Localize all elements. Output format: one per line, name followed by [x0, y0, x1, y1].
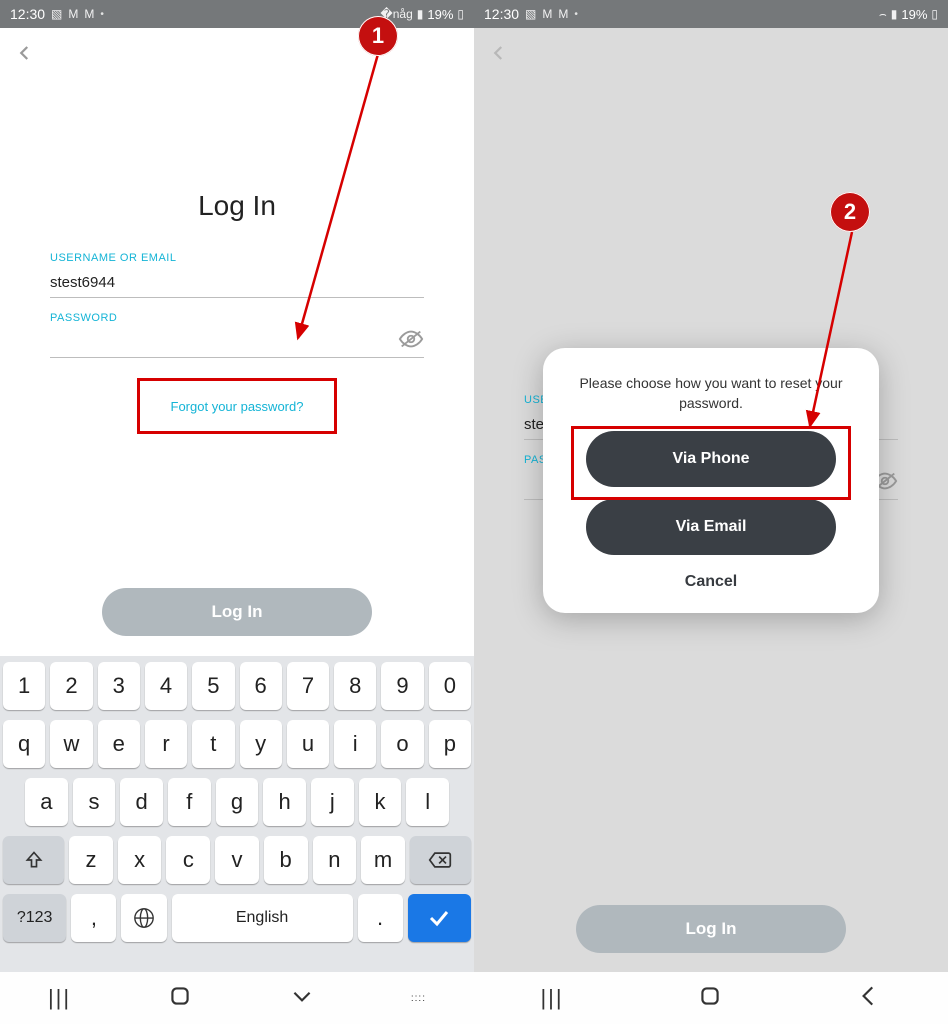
- left-screenshot: 12:30 ▧ M M • �någ ▮ 19% ▯ Log In USERNA…: [0, 0, 474, 1024]
- status-bar: 12:30 ▧ M M • ⌢ ▮ 19% ▯: [474, 0, 948, 28]
- password-input[interactable]: [50, 330, 424, 358]
- key-y[interactable]: y: [240, 720, 282, 768]
- back-button[interactable]: [16, 44, 34, 67]
- via-email-button[interactable]: Via Email: [586, 499, 836, 555]
- symbols-key[interactable]: ?123: [3, 894, 66, 942]
- keyboard-row-2: q w e r t y u i o p: [3, 720, 471, 768]
- key-0[interactable]: 0: [429, 662, 471, 710]
- back-button-nav[interactable]: [856, 983, 882, 1014]
- annotation-step-1: 1: [358, 16, 398, 56]
- key-x[interactable]: x: [118, 836, 162, 884]
- battery-icon: ▯: [457, 7, 464, 21]
- battery-icon: ▯: [931, 7, 938, 21]
- battery-percent: 19%: [427, 7, 453, 22]
- gmail-icon: M: [542, 7, 552, 21]
- forgot-password-link[interactable]: Forgot your password?: [171, 399, 304, 414]
- home-button[interactable]: [167, 983, 193, 1014]
- comma-key[interactable]: ,: [71, 894, 116, 942]
- signal-icon: ▮: [417, 7, 424, 21]
- key-7[interactable]: 7: [287, 662, 329, 710]
- key-k[interactable]: k: [359, 778, 402, 826]
- more-indicator: •: [574, 9, 578, 20]
- key-5[interactable]: 5: [192, 662, 234, 710]
- key-9[interactable]: 9: [381, 662, 423, 710]
- key-1[interactable]: 1: [3, 662, 45, 710]
- key-h[interactable]: h: [263, 778, 306, 826]
- key-8[interactable]: 8: [334, 662, 376, 710]
- username-label: USERNAME OR EMAIL: [50, 252, 424, 264]
- status-time: 12:30: [10, 6, 45, 22]
- keyboard-row-3: a s d f g h j k l: [3, 778, 471, 826]
- recents-button[interactable]: |||: [48, 985, 71, 1011]
- battery-percent: 19%: [901, 7, 927, 22]
- key-2[interactable]: 2: [50, 662, 92, 710]
- key-l[interactable]: l: [406, 778, 449, 826]
- login-button: Log In: [576, 905, 846, 953]
- key-z[interactable]: z: [69, 836, 113, 884]
- key-6[interactable]: 6: [240, 662, 282, 710]
- key-q[interactable]: q: [3, 720, 45, 768]
- period-key[interactable]: .: [358, 894, 403, 942]
- enter-key[interactable]: [408, 894, 471, 942]
- status-bar: 12:30 ▧ M M • �någ ▮ 19% ▯: [0, 0, 474, 28]
- key-t[interactable]: t: [192, 720, 234, 768]
- key-m[interactable]: m: [361, 836, 405, 884]
- on-screen-keyboard: 1 2 3 4 5 6 7 8 9 0 q w e r t y u i o p …: [0, 656, 474, 972]
- key-i[interactable]: i: [334, 720, 376, 768]
- space-key[interactable]: English: [172, 894, 353, 942]
- keyboard-switch-icon[interactable]: ::::: [411, 993, 426, 1004]
- gallery-icon: ▧: [525, 7, 536, 21]
- gmail-icon-2: M: [84, 7, 94, 21]
- key-w[interactable]: w: [50, 720, 92, 768]
- key-d[interactable]: d: [120, 778, 163, 826]
- page-title: Log In: [50, 190, 424, 222]
- key-3[interactable]: 3: [98, 662, 140, 710]
- keyboard-row-4: z x c v b n m: [3, 836, 471, 884]
- key-a[interactable]: a: [25, 778, 68, 826]
- key-b[interactable]: b: [264, 836, 308, 884]
- key-4[interactable]: 4: [145, 662, 187, 710]
- key-n[interactable]: n: [313, 836, 357, 884]
- right-screenshot: 12:30 ▧ M M • ⌢ ▮ 19% ▯ USE PAS Log In P…: [474, 0, 948, 1024]
- gmail-icon-2: M: [558, 7, 568, 21]
- key-s[interactable]: s: [73, 778, 116, 826]
- system-navbar: ||| ::::: [0, 972, 474, 1024]
- gmail-icon: M: [68, 7, 78, 21]
- key-f[interactable]: f: [168, 778, 211, 826]
- key-r[interactable]: r: [145, 720, 187, 768]
- key-v[interactable]: v: [215, 836, 259, 884]
- status-time: 12:30: [484, 6, 519, 22]
- dialog-message: Please choose how you want to reset your…: [565, 374, 857, 413]
- keyboard-hide-button[interactable]: [289, 983, 315, 1014]
- annotation-highlight-1: Forgot your password?: [137, 378, 337, 434]
- username-input[interactable]: [50, 270, 424, 298]
- wifi-icon: ⌢: [879, 7, 887, 22]
- language-key[interactable]: [121, 894, 166, 942]
- cancel-button[interactable]: Cancel: [565, 573, 857, 591]
- recents-button[interactable]: |||: [540, 985, 563, 1011]
- gallery-icon: ▧: [51, 7, 62, 21]
- key-e[interactable]: e: [98, 720, 140, 768]
- password-label: PASSWORD: [50, 312, 424, 324]
- login-button[interactable]: Log In: [102, 588, 372, 636]
- annotation-step-2: 2: [830, 192, 870, 232]
- key-j[interactable]: j: [311, 778, 354, 826]
- key-p[interactable]: p: [429, 720, 471, 768]
- signal-icon: ▮: [891, 7, 898, 21]
- home-button[interactable]: [697, 983, 723, 1014]
- keyboard-row-5: ?123 , English .: [3, 894, 471, 942]
- shift-key[interactable]: [3, 836, 64, 884]
- system-navbar: |||: [474, 972, 948, 1024]
- login-form: Log In USERNAME OR EMAIL PASSWORD: [50, 190, 424, 358]
- keyboard-row-1: 1 2 3 4 5 6 7 8 9 0: [3, 662, 471, 710]
- annotation-highlight-2: [571, 426, 851, 500]
- key-c[interactable]: c: [166, 836, 210, 884]
- show-password-icon[interactable]: [398, 329, 424, 354]
- key-u[interactable]: u: [287, 720, 329, 768]
- backspace-key[interactable]: [410, 836, 471, 884]
- key-g[interactable]: g: [216, 778, 259, 826]
- key-o[interactable]: o: [381, 720, 423, 768]
- more-indicator: •: [100, 9, 104, 20]
